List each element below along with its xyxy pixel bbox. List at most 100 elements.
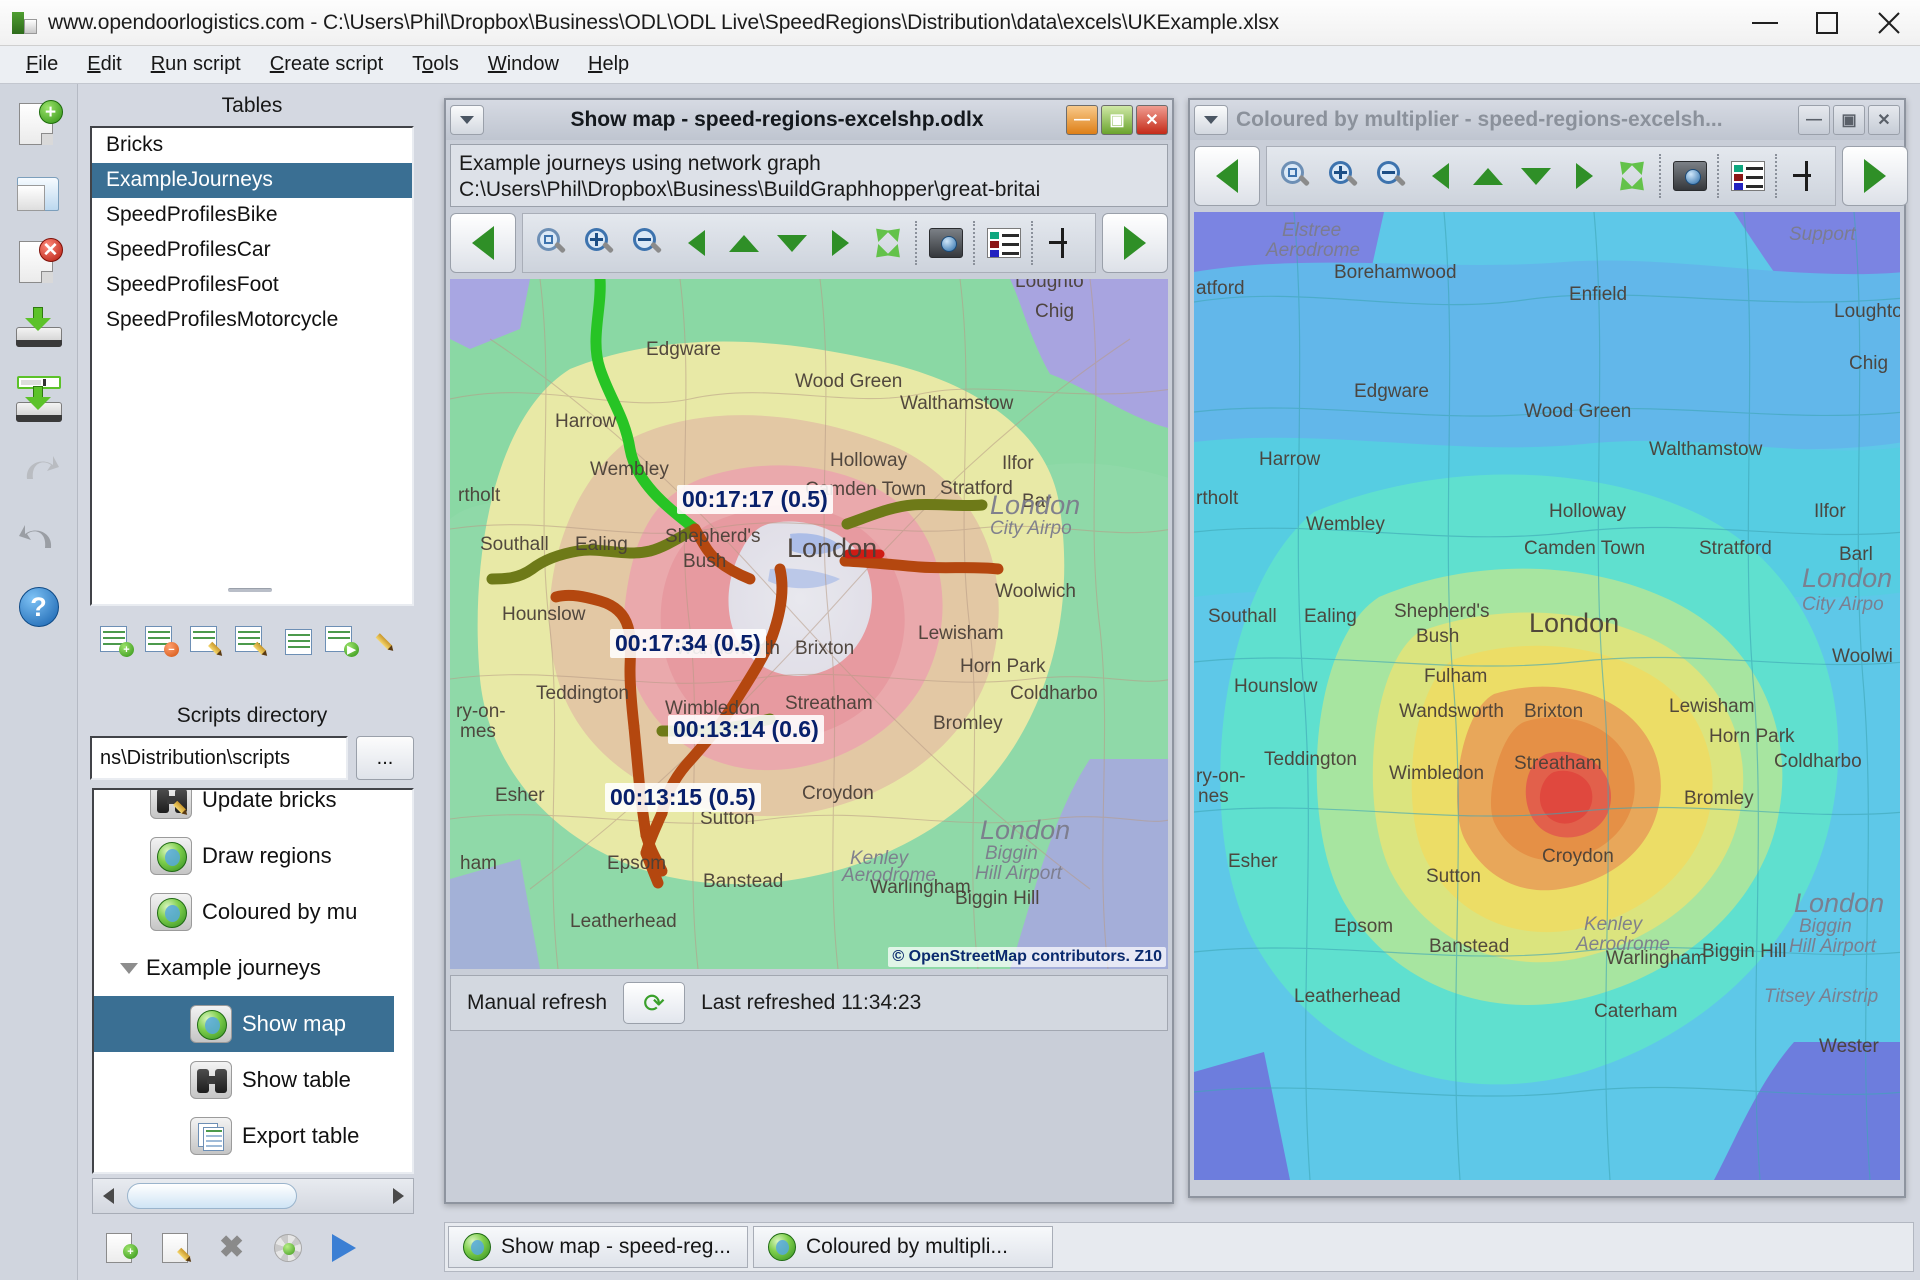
menu-help[interactable]: Help	[576, 50, 641, 79]
legend-icon[interactable]	[983, 221, 1025, 265]
menubar: FFileile Edit Run script Create script T…	[0, 46, 1920, 84]
menu-window[interactable]: Window	[476, 50, 571, 79]
scripts-tree-hscrollbar[interactable]	[92, 1178, 414, 1214]
scripts-tree[interactable]: Update bricks Draw regions Coloured by m…	[92, 788, 414, 1174]
edit-table-icon[interactable]	[235, 626, 270, 658]
minimize-icon[interactable]: —	[1066, 105, 1098, 135]
map-place-label: Camden Town	[1524, 538, 1645, 559]
scroll-left-icon[interactable]	[93, 1179, 123, 1213]
screenshot-icon[interactable]	[925, 221, 967, 265]
save-icon[interactable]	[13, 305, 65, 357]
new-file-icon[interactable]: +	[13, 98, 65, 150]
pan-left-icon[interactable]	[675, 221, 717, 265]
toolbar-separator	[1717, 154, 1721, 198]
save-as-icon[interactable]	[13, 374, 65, 426]
journey-label-2: 00:17:34 (0.5)	[610, 629, 766, 659]
maximize-icon[interactable]: ▣	[1101, 105, 1133, 135]
multiplier-controls: — ▣ ✕	[1798, 105, 1900, 135]
map-place-label: Coldharbo	[1774, 751, 1862, 772]
screenshot-icon[interactable]	[1669, 154, 1711, 198]
script-node-show-map[interactable]: Show map	[94, 996, 394, 1052]
multiplier-map-canvas[interactable]: Elstree Aerodrome Borehamwood Enfield Suppor…	[1194, 212, 1900, 1180]
help-icon[interactable]: ?	[13, 581, 65, 633]
refresh-mode-label: Manual refresh	[467, 991, 608, 1015]
legend-icon[interactable]	[1727, 154, 1769, 198]
table-list-item-speedprofilesbike[interactable]: SpeedProfilesBike	[92, 198, 412, 233]
maximize-icon[interactable]	[1796, 0, 1858, 46]
scrollbar-thumb[interactable]	[127, 1183, 297, 1209]
map-place-label: Edgware	[646, 339, 721, 360]
expand-caret-icon[interactable]	[120, 962, 138, 974]
remove-table-icon[interactable]: −	[145, 626, 179, 657]
script-node-update-bricks[interactable]: Update bricks	[94, 790, 394, 828]
table-list-item-speedprofilesfoot[interactable]: SpeedProfilesFoot	[92, 268, 412, 303]
panel-splitter[interactable]	[88, 584, 416, 596]
refresh-icon[interactable]: ⟳	[623, 982, 686, 1025]
window-menu-icon[interactable]	[1194, 105, 1228, 135]
browse-directory-button[interactable]: ...	[356, 736, 414, 780]
close-file-icon[interactable]: ✕	[13, 236, 65, 288]
pan-down-icon[interactable]	[1515, 154, 1557, 198]
pan-left-icon[interactable]	[1419, 154, 1461, 198]
menu-edit[interactable]: Edit	[75, 50, 133, 79]
script-node-coloured-by-multiplier[interactable]: Coloured by mu	[94, 884, 394, 940]
pan-up-icon[interactable]	[723, 221, 765, 265]
pan-right-icon[interactable]	[1563, 154, 1605, 198]
script-settings-icon[interactable]	[272, 1231, 306, 1265]
zoom-fit-icon[interactable]	[1275, 154, 1317, 198]
table-list-item-speedprofilesmotorcycle[interactable]: SpeedProfilesMotorcycle	[92, 303, 412, 338]
menu-create-script[interactable]: Create script	[258, 50, 395, 79]
script-node-show-table[interactable]: Show table	[94, 1052, 394, 1108]
zoom-fit-icon[interactable]	[531, 221, 573, 265]
minimize-icon[interactable]	[1734, 0, 1796, 46]
scroll-right-icon[interactable]	[383, 1179, 413, 1213]
forward-button-icon[interactable]	[1842, 146, 1908, 206]
copy-table-icon[interactable]	[280, 626, 314, 656]
forward-button-icon[interactable]	[1102, 213, 1168, 274]
measure-icon[interactable]	[1785, 154, 1827, 198]
taskbar-item-coloured-by-multiplier[interactable]: Coloured by multipli...	[753, 1226, 1053, 1268]
open-folder-icon[interactable]	[13, 167, 65, 219]
add-table-icon[interactable]: +	[100, 626, 134, 657]
scripts-directory-input[interactable]: ns\Distribution\scripts	[90, 736, 348, 780]
menu-tools[interactable]: Tools	[400, 50, 471, 79]
table-list-item-bricks[interactable]: Bricks	[92, 128, 412, 163]
table-wizard-icon[interactable]	[370, 626, 404, 656]
zoom-in-icon[interactable]	[1323, 154, 1365, 198]
run-script-icon[interactable]	[328, 1231, 362, 1265]
menu-run-script[interactable]: Run script	[139, 50, 253, 79]
close-icon[interactable]: ✕	[1868, 105, 1900, 135]
maximize-icon[interactable]: ▣	[1833, 105, 1865, 135]
window-menu-icon[interactable]	[450, 105, 484, 135]
map-canvas[interactable]: Edgware Wood Green Harrow Walthamstow Hollow…	[450, 279, 1168, 970]
pan-up-icon[interactable]	[1467, 154, 1509, 198]
menu-file[interactable]: FFileile	[14, 50, 70, 79]
measure-icon[interactable]	[1041, 221, 1083, 265]
zoom-to-selection-icon[interactable]	[1611, 154, 1653, 198]
undo-icon[interactable]	[13, 443, 65, 495]
redo-icon[interactable]	[13, 512, 65, 564]
table-list-item-speedprofilescar[interactable]: SpeedProfilesCar	[92, 233, 412, 268]
tables-list[interactable]: Bricks ExampleJourneys SpeedProfilesBike…	[90, 126, 414, 606]
edit-script-icon[interactable]	[160, 1231, 194, 1265]
close-icon[interactable]	[1858, 0, 1920, 46]
back-button-icon[interactable]	[450, 213, 516, 274]
pan-right-icon[interactable]	[819, 221, 861, 265]
taskbar-item-show-map[interactable]: Show map - speed-reg...	[448, 1226, 748, 1268]
rename-table-icon[interactable]	[190, 626, 225, 658]
script-group-example-journeys[interactable]: Example journeys	[94, 940, 394, 996]
new-script-icon[interactable]: +	[104, 1231, 138, 1265]
delete-script-icon[interactable]: ✖	[216, 1231, 250, 1265]
close-icon[interactable]: ✕	[1136, 105, 1168, 135]
zoom-out-icon[interactable]	[627, 221, 669, 265]
zoom-to-selection-icon[interactable]	[867, 221, 909, 265]
export-table-icon[interactable]: ▶	[325, 626, 359, 657]
script-node-export-table[interactable]: Export table	[94, 1108, 394, 1164]
pan-down-icon[interactable]	[771, 221, 813, 265]
back-button-icon[interactable]	[1194, 146, 1260, 206]
zoom-in-icon[interactable]	[579, 221, 621, 265]
script-node-draw-regions[interactable]: Draw regions	[94, 828, 394, 884]
minimize-icon[interactable]: —	[1798, 105, 1830, 135]
zoom-out-icon[interactable]	[1371, 154, 1413, 198]
table-list-item-examplejourneys[interactable]: ExampleJourneys	[92, 163, 412, 198]
